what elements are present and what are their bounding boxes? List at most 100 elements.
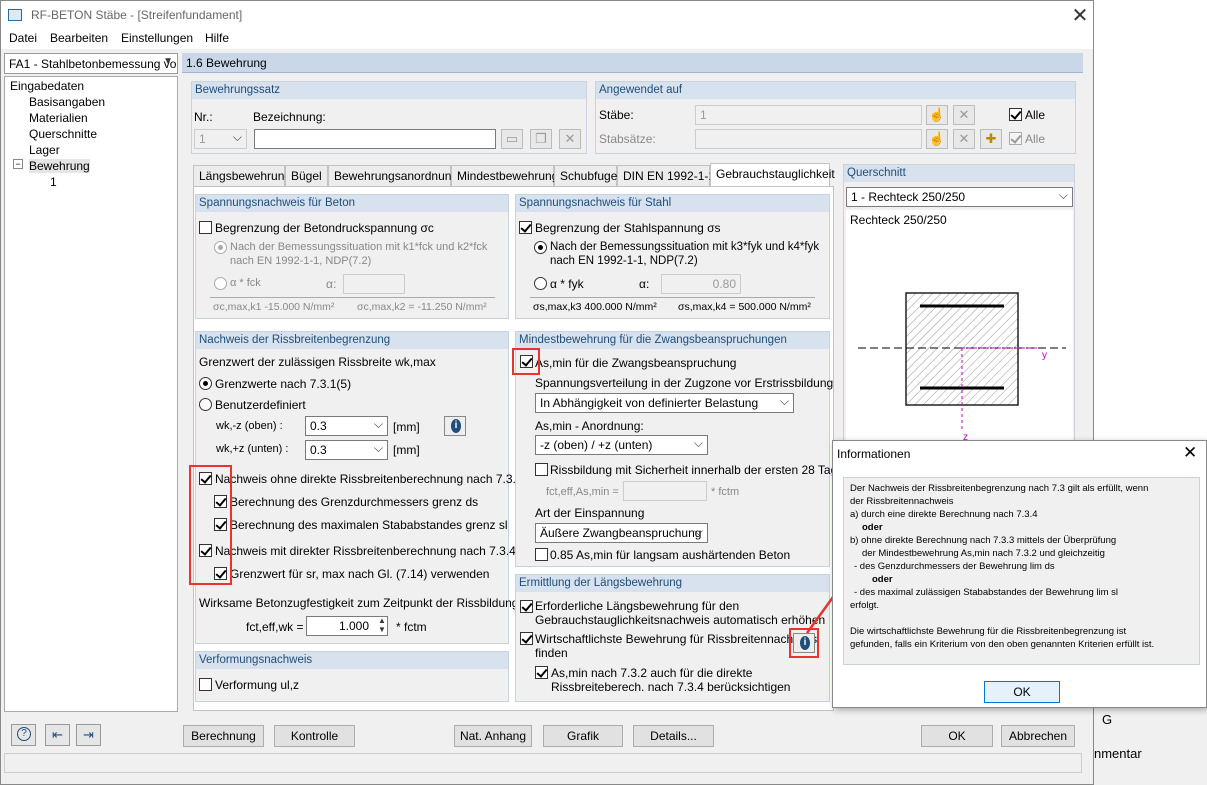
- group-laengsbewehrung: Ermittlung der Längsbewehrung Erforderli…: [515, 574, 830, 702]
- menu-hilfe[interactable]: Hilfe: [205, 31, 229, 45]
- info-line: der Rissbreitennachweis: [850, 496, 954, 507]
- nr-select[interactable]: 1: [194, 129, 247, 149]
- details-button[interactable]: Details...: [633, 725, 714, 747]
- fct28-input[interactable]: [623, 481, 707, 501]
- pick-icon[interactable]: ☝: [926, 129, 948, 149]
- tab-mindestbewehrung[interactable]: Mindestbewehrung: [451, 165, 558, 186]
- tab-din-en[interactable]: DIN EN 1992-1-1: [617, 165, 715, 186]
- tree-item-querschnitte[interactable]: Querschnitte: [29, 127, 97, 141]
- bezeichnung-input[interactable]: [254, 129, 496, 149]
- wk-oben-value: 0.3: [310, 419, 327, 433]
- asmin-direkt-label-1: As,min nach 7.3.2 auch für die direkte: [551, 666, 753, 680]
- pick-icon[interactable]: ☝: [926, 105, 948, 125]
- fct-label: fct,eff,wk =: [246, 620, 304, 634]
- tree-item-lager[interactable]: Lager: [29, 143, 60, 157]
- group-title: Angewendet auf: [596, 82, 1075, 99]
- beton-alpha-input[interactable]: [343, 274, 405, 294]
- grafik-button[interactable]: Grafik: [543, 725, 623, 747]
- import-icon[interactable]: ⇤: [45, 724, 70, 746]
- case-select[interactable]: FA1 - Stahlbetonbemessung vo ▼: [4, 53, 178, 74]
- fct-input[interactable]: 1.000: [306, 616, 388, 636]
- anordnung-select[interactable]: -z (oben) / +z (unten): [535, 435, 708, 455]
- riss28-checkbox[interactable]: [535, 463, 548, 476]
- wk-unten-value: 0.3: [310, 443, 327, 457]
- benutzerdefiniert-radio[interactable]: [199, 398, 212, 411]
- tab-bewehrungsanordnung[interactable]: Bewehrungsanordnung: [328, 165, 458, 186]
- export-icon[interactable]: ⇥: [76, 724, 101, 746]
- stahlspannung-checkbox[interactable]: [519, 221, 532, 234]
- beton-alpha-radio[interactable]: [214, 277, 227, 290]
- tab-laengsbewehrung[interactable]: Längsbewehrung: [193, 165, 291, 186]
- stahl-situation-radio[interactable]: [534, 241, 547, 254]
- querschnitt-select[interactable]: 1 - Rechteck 250/250: [846, 187, 1073, 207]
- berechnung-button[interactable]: Berechnung: [183, 725, 264, 747]
- tab-gebrauchstauglichkeit[interactable]: Gebrauchstauglichkeit: [710, 163, 835, 186]
- alle-checkbox-2[interactable]: [1009, 132, 1022, 145]
- stahl-value-2: σs,max,k4 = 500.000 N/mm²: [678, 301, 811, 313]
- betondruck-checkbox[interactable]: [199, 221, 212, 234]
- info-icon[interactable]: [444, 416, 466, 436]
- asmin-label: As,min für die Zwangsbeanspruchung: [535, 356, 737, 370]
- asmin-direkt-checkbox[interactable]: [535, 666, 548, 679]
- wk-oben-select[interactable]: 0.3: [305, 416, 388, 436]
- grenzwerte-radio[interactable]: [199, 377, 212, 390]
- grenzwerte-label: Grenzwerte nach 7.3.1(5): [215, 377, 352, 391]
- stahl-alpha-input[interactable]: 0.80: [661, 274, 741, 294]
- wk-oben-unit: [mm]: [393, 420, 420, 434]
- wirksame-label: Wirksame Betonzugfestigkeit zum Zeitpunk…: [199, 596, 519, 610]
- tree-item-1[interactable]: 1: [50, 175, 57, 189]
- chevron-down-icon: ▼: [163, 56, 173, 67]
- copy-icon[interactable]: ❐: [530, 129, 552, 149]
- erhoehen-checkbox[interactable]: [520, 600, 533, 613]
- collapse-icon[interactable]: −: [13, 159, 23, 169]
- cross-section-drawing: [858, 292, 1066, 430]
- title-bar: RF-BETON Stäbe - [Streifenfundament] ✕: [1, 1, 1093, 29]
- staebsaetze-input[interactable]: [695, 129, 922, 149]
- app-icon: [8, 9, 22, 21]
- close-icon[interactable]: ✕: [1183, 443, 1197, 463]
- tab-schubfuge[interactable]: Schubfuge: [554, 165, 617, 186]
- new-icon[interactable]: ▭: [501, 129, 523, 149]
- staebe-input[interactable]: 1: [695, 105, 922, 125]
- info-line: - des Genzdurchmessers der Bewehrung lim…: [854, 561, 1055, 572]
- wk-unten-unit: [mm]: [393, 443, 420, 457]
- spin-icon[interactable]: ▲ ▼: [378, 616, 386, 634]
- spannungsverteilung-select[interactable]: In Abhängigkeit von definierter Belastun…: [535, 393, 794, 413]
- nat-anhang-button[interactable]: Nat. Anhang: [454, 725, 532, 747]
- tab-buegel[interactable]: Bügel: [285, 165, 328, 186]
- nr-value: 1: [199, 132, 206, 146]
- tree-root[interactable]: Eingabedaten: [10, 79, 84, 93]
- einspannung-select[interactable]: Äußere Zwangbeanspruchung: [535, 523, 708, 543]
- kontrolle-button[interactable]: Kontrolle: [274, 725, 355, 747]
- help-icon[interactable]: ?: [11, 724, 36, 746]
- info-line: Die wirtschaftlichste Bewehrung für die …: [850, 626, 1127, 637]
- nr-label: Nr.:: [194, 110, 213, 124]
- menu-einstellungen[interactable]: Einstellungen: [121, 31, 193, 45]
- close-icon[interactable]: ✕: [1069, 3, 1091, 28]
- delete-icon[interactable]: ✕: [559, 129, 581, 149]
- abbrechen-button[interactable]: Abbrechen: [1001, 725, 1075, 747]
- dialog-ok-button[interactable]: OK: [984, 681, 1060, 703]
- wirtschaftlich-checkbox[interactable]: [520, 632, 533, 645]
- stahl-alpha-sym: α:: [639, 277, 650, 291]
- beton-situation-radio[interactable]: [214, 241, 227, 254]
- new-set-icon[interactable]: ✚: [980, 129, 1002, 149]
- group-rissbreiten: Nachweis der Rissbreitenbegrenzung Grenz…: [195, 331, 523, 644]
- anordnung-value: -z (oben) / +z (unten): [540, 438, 653, 452]
- clear-icon[interactable]: ✕: [953, 105, 975, 125]
- verformung-checkbox[interactable]: [199, 678, 212, 691]
- tree-item-basisangaben[interactable]: Basisangaben: [29, 95, 105, 109]
- stahl-alpha-radio[interactable]: [534, 277, 547, 290]
- wk-unten-select[interactable]: 0.3: [305, 440, 388, 460]
- b085-checkbox[interactable]: [535, 548, 548, 561]
- menu-datei[interactable]: Datei: [9, 31, 37, 45]
- info-line: a) durch eine direkte Berechnung nach 7.…: [850, 509, 1038, 520]
- highlight-asmin: [512, 348, 540, 375]
- tree-item-materialien[interactable]: Materialien: [29, 111, 88, 125]
- wk-oben-label: wk,-z (oben) :: [216, 420, 283, 432]
- tree-item-bewehrung[interactable]: Bewehrung: [29, 159, 90, 173]
- menu-bearbeiten[interactable]: Bearbeiten: [50, 31, 108, 45]
- alle-checkbox-1[interactable]: [1009, 108, 1022, 121]
- clear-icon[interactable]: ✕: [953, 129, 975, 149]
- ok-button[interactable]: OK: [921, 725, 993, 747]
